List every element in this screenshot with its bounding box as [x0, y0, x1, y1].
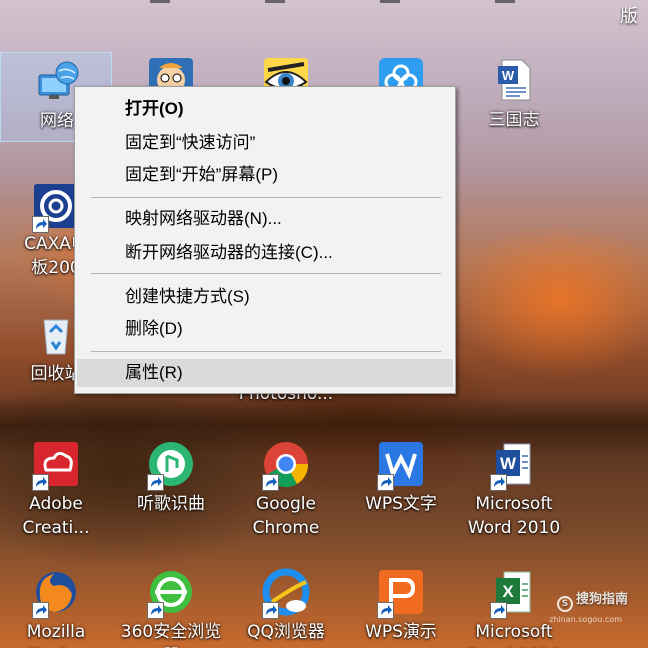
menu-item-map-drive[interactable]: 映射网络驱动器(N)...	[77, 205, 453, 233]
desktop-icon-label: 听歌识曲	[137, 494, 205, 514]
desktop-icon-sanguozhi[interactable]: W 三国志	[458, 52, 570, 142]
cropped-label-fragment	[150, 0, 170, 3]
desktop-icon-tingge[interactable]: 听歌识曲	[115, 436, 227, 526]
menu-separator	[91, 351, 441, 352]
shortcut-arrow-icon	[147, 602, 164, 619]
context-menu[interactable]: 打开(O) 固定到“快速访问” 固定到“开始”屏幕(P) 映射网络驱动器(N).…	[74, 86, 456, 394]
desktop-icon-label: Adobe Creati...	[22, 494, 90, 538]
svg-text:X: X	[502, 582, 514, 601]
shortcut-arrow-icon	[147, 474, 164, 491]
menu-item-delete[interactable]: 删除(D)	[77, 315, 453, 343]
watermark-title: 搜狗指南	[575, 592, 628, 607]
desktop-icon-label: Mozilla Firefox	[26, 622, 86, 648]
shortcut-arrow-icon	[32, 602, 49, 619]
desktop-icon-label: WPS文字	[365, 494, 437, 514]
svg-text:W: W	[500, 454, 517, 473]
cropped-label-fragment	[265, 0, 285, 3]
desktop-icon-label: QQ浏览器	[247, 622, 325, 642]
top-cropped-labels	[0, 0, 648, 20]
watermark: S 搜狗指南	[556, 588, 628, 612]
desktop-icon-360browser[interactable]: 360安全浏览 器	[115, 564, 227, 648]
watermark-subtitle: zhinan.sogou.com	[549, 615, 622, 624]
menu-item-pin-start[interactable]: 固定到“开始”屏幕(P)	[77, 161, 453, 189]
desktop-icon-label: WPS演示	[365, 622, 437, 642]
desktop-icon-word2010[interactable]: W Microsoft Word 2010	[458, 436, 570, 538]
shortcut-arrow-icon	[32, 216, 49, 233]
desktop-icon-label: Microsoft Excel 2010	[467, 622, 561, 648]
menu-item-properties[interactable]: 属性(R)	[77, 359, 453, 387]
desktop-icon-wps-writer[interactable]: WPS文字	[345, 436, 457, 526]
cropped-label-fragment	[380, 0, 400, 3]
desktop-icon-adobe-cc[interactable]: Adobe Creati...	[0, 436, 112, 538]
menu-item-open[interactable]: 打开(O)	[77, 95, 453, 123]
desktop-icon-label: Microsoft Word 2010	[467, 494, 561, 538]
menu-item-disconnect-drive[interactable]: 断开网络驱动器的连接(C)...	[77, 239, 453, 267]
desktop-icon-wps-present[interactable]: WPS演示	[345, 564, 457, 648]
corner-label: 版	[620, 6, 638, 27]
desktop-icon-label: 三国志	[488, 110, 540, 130]
shortcut-arrow-icon	[377, 474, 394, 491]
shortcut-arrow-icon	[490, 474, 507, 491]
cropped-label-fragment	[495, 0, 515, 3]
menu-separator	[91, 273, 441, 274]
svg-text:W: W	[502, 68, 515, 83]
menu-item-pin-quick-access[interactable]: 固定到“快速访问”	[77, 129, 453, 157]
menu-item-create-shortcut[interactable]: 创建快捷方式(S)	[77, 283, 453, 311]
shortcut-arrow-icon	[490, 602, 507, 619]
desktop-icon-chrome[interactable]: Google Chrome	[230, 436, 342, 538]
desktop-icon-label: 360安全浏览 器	[120, 622, 222, 648]
menu-separator	[91, 197, 441, 198]
word-document-icon: W	[498, 59, 531, 101]
shortcut-arrow-icon	[262, 602, 279, 619]
desktop[interactable]: 版 网络 W 三国志 CAXA电 板200 回收站 Photosho... Ad…	[0, 0, 648, 648]
desktop-icon-qqbrowser[interactable]: QQ浏览器	[230, 564, 342, 648]
sogou-logo-icon: S	[556, 596, 573, 612]
shortcut-arrow-icon	[262, 474, 279, 491]
shortcut-arrow-icon	[32, 474, 49, 491]
shortcut-arrow-icon	[377, 602, 394, 619]
recycle-bin-icon	[43, 319, 69, 355]
desktop-icon-label: Google Chrome	[252, 494, 320, 538]
desktop-icon-firefox[interactable]: Mozilla Firefox	[0, 564, 112, 648]
desktop-icon-excel2010[interactable]: X Microsoft Excel 2010	[458, 564, 570, 648]
